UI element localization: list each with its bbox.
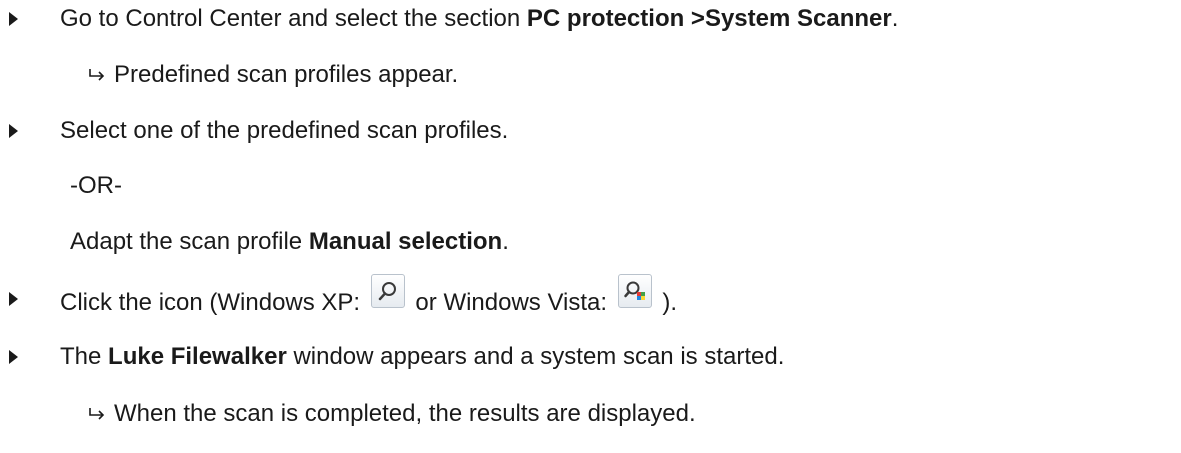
- step-2-text: Select one of the predefined scan profil…: [60, 117, 509, 144]
- result-arrow-icon: [89, 69, 105, 81]
- step-1-bold: PC protection >System Scanner: [526, 5, 892, 32]
- step-1-text: Go to Control Center and select the sect…: [60, 4, 898, 34]
- step-3-suffix: ).: [655, 289, 678, 316]
- alt-bold: Manual selection: [308, 228, 503, 255]
- step-1-prefix: Go to Control Center and select the sect…: [60, 5, 527, 32]
- bullet-icon: [9, 292, 18, 306]
- step-4-text: The Luke Filewalker window appears and a…: [60, 342, 784, 372]
- step-3-text: Click the icon (Windows XP: or Windows V…: [60, 274, 678, 318]
- alt-prefix: Adapt the scan profile: [70, 228, 309, 255]
- step-1-suffix: .: [891, 5, 899, 32]
- search-magnifier-icon: [370, 274, 405, 308]
- bullet-icon: [9, 124, 18, 138]
- bullet-icon: [9, 12, 18, 26]
- step-3-middle: or Windows Vista:: [408, 289, 614, 316]
- search-magnifier-vista-icon: [617, 274, 652, 308]
- result-2-text: When the scan is completed, the results …: [114, 400, 696, 427]
- bullet-icon: [9, 350, 18, 364]
- or-separator: -OR-: [70, 172, 122, 199]
- alt-suffix: .: [502, 228, 509, 255]
- step-3-prefix: Click the icon (Windows XP:: [60, 289, 367, 316]
- step-4-prefix: The: [60, 343, 109, 370]
- result-arrow-icon: [89, 408, 105, 420]
- step-2-alt-text: Adapt the scan profile Manual selection.: [70, 227, 509, 257]
- step-4-suffix: window appears and a system scan is star…: [286, 343, 785, 370]
- result-1-text: Predefined scan profiles appear.: [114, 61, 459, 88]
- step-4-bold: Luke Filewalker: [108, 343, 287, 370]
